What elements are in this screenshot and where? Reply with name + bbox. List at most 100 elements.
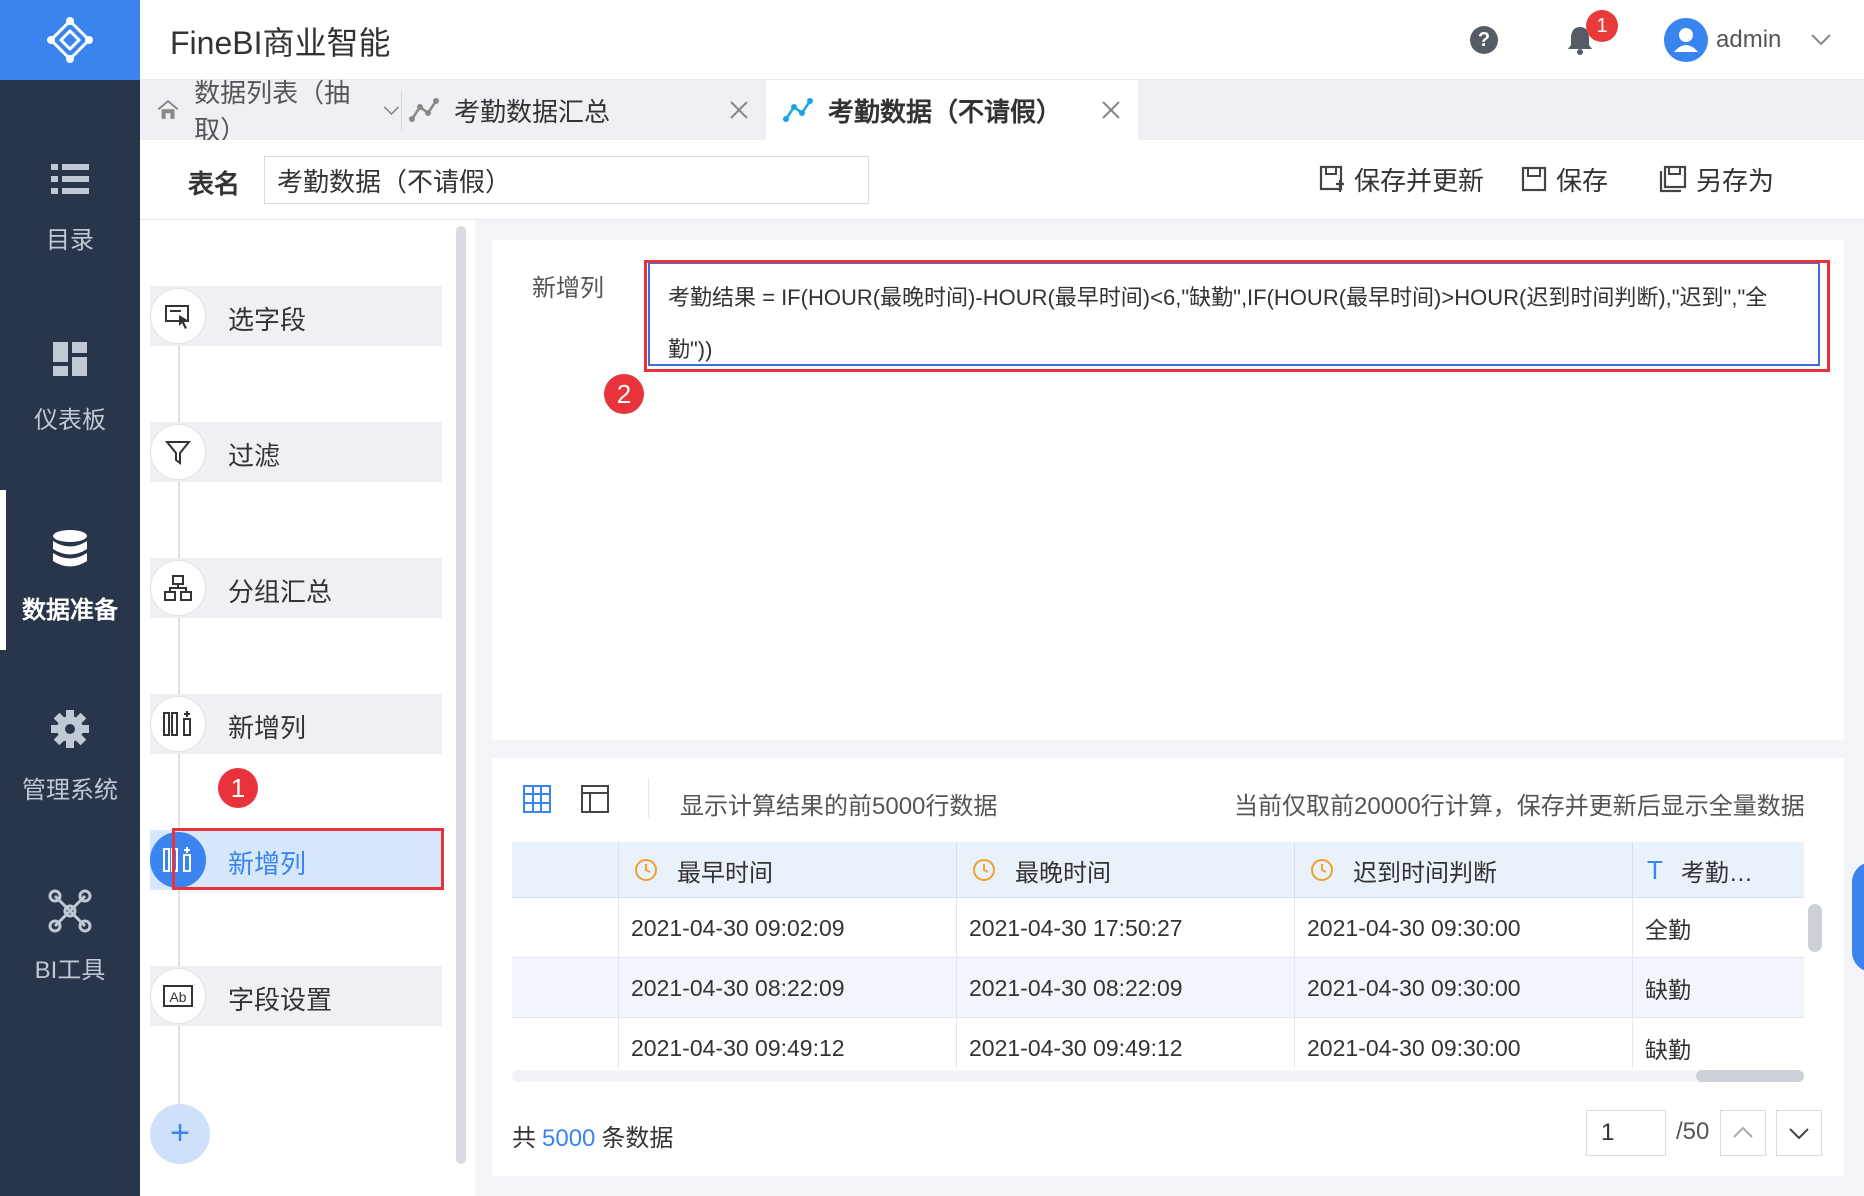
column-header-late-threshold[interactable]: 迟到时间判断 (1294, 842, 1632, 898)
table-cell: 2021-04-30 09:30:00 (1294, 958, 1632, 1018)
table-name-input[interactable] (264, 156, 869, 204)
preview-table: 最早时间 最晚时间 迟到时间判断 T 考勤… 2021-04-30 09:02:… (512, 842, 1804, 1068)
save-icon (1521, 166, 1547, 192)
save-as-label: 另存为 (1696, 165, 1775, 196)
database-icon (53, 530, 87, 567)
table-row[interactable]: 2021-04-30 09:02:09 2021-04-30 17:50:27 … (512, 898, 1804, 958)
tab-label: 数据列表（抽取） (194, 78, 351, 145)
nav-catalog[interactable]: 目录 (0, 120, 140, 280)
step-label: 分组汇总 (228, 577, 333, 607)
tab-label: 考勤数据汇总 (454, 96, 611, 127)
tab-bar: 数据列表（抽取） 考勤数据汇总 考勤数据（不请假） (140, 78, 1864, 145)
list-icon (51, 164, 89, 194)
user-name[interactable]: admin (1716, 26, 1781, 54)
row-count-suffix: 条数据 (601, 1125, 674, 1152)
dashboard-icon (53, 342, 87, 376)
table-cell: 2021-04-30 09:49:12 (956, 1018, 1294, 1068)
page-number-input[interactable]: 1 (1586, 1110, 1666, 1156)
table-cell: 缺勤 (1632, 1018, 1804, 1068)
column-header-latest[interactable]: 最晚时间 (956, 842, 1294, 898)
tools-network-icon (48, 889, 92, 933)
save-and-update-button[interactable]: 保存并更新 (1318, 162, 1484, 196)
scrollbar-thumb[interactable] (1696, 1070, 1804, 1082)
svg-text:Ab: Ab (169, 989, 186, 1005)
step-label: 过滤 (228, 441, 281, 471)
nav-admin[interactable]: 管理系统 (0, 670, 140, 830)
save-as-button[interactable]: 另存为 (1658, 162, 1774, 196)
save-update-icon (1319, 165, 1344, 192)
text-type-icon: T (1647, 854, 1663, 885)
clock-icon (1311, 859, 1333, 881)
table-view-icon[interactable] (522, 784, 552, 814)
annotation-badge-1: 1 (218, 768, 258, 808)
table-cell: 2021-04-30 09:02:09 (618, 898, 956, 958)
prev-page-button[interactable] (1720, 1110, 1766, 1156)
app-logo[interactable] (0, 0, 140, 80)
step-label: 选字段 (228, 305, 307, 335)
nav-data-prep[interactable]: 数据准备 (0, 490, 140, 650)
tab-attendance-no-leave[interactable]: 考勤数据（不请假） (766, 80, 1138, 140)
close-icon[interactable] (1100, 99, 1122, 121)
analysis-icon (409, 98, 439, 122)
chevron-down-icon[interactable] (1808, 26, 1834, 52)
column-header-earliest[interactable]: 最早时间 (618, 842, 956, 898)
clock-icon (635, 859, 657, 881)
table-header: 最早时间 最晚时间 迟到时间判断 T 考勤… (512, 842, 1804, 898)
step-filter[interactable]: 过滤 (150, 422, 442, 482)
table-name-label: 表名 (188, 169, 241, 199)
table-cell: 2021-04-30 09:49:12 (618, 1018, 956, 1068)
table-cell: 2021-04-30 17:50:27 (956, 898, 1294, 958)
close-icon[interactable] (728, 99, 750, 121)
page-total: /50 (1676, 1118, 1710, 1145)
horizontal-scrollbar[interactable] (512, 1070, 1804, 1082)
clock-icon (973, 859, 995, 881)
nav-label: 数据准备 (22, 597, 118, 624)
next-page-button[interactable] (1776, 1110, 1822, 1156)
avatar[interactable] (1664, 18, 1708, 62)
tab-attendance-summary[interactable]: 考勤数据汇总 (392, 80, 766, 140)
field-settings-icon: Ab (163, 985, 193, 1007)
highlight-box-formula (644, 260, 1830, 372)
table-cell: 缺勤 (1632, 958, 1804, 1018)
column-label: 最晚时间 (1015, 859, 1111, 887)
tab-data-list[interactable]: 数据列表（抽取） (140, 78, 402, 145)
table-toolbar: 表名 保存并更新 保存 另存为 (140, 140, 1864, 220)
add-step-button[interactable]: + (150, 1104, 210, 1164)
steps-scrollbar[interactable] (456, 226, 466, 1164)
nav-label: 目录 (46, 227, 94, 254)
save-button[interactable]: 保存 (1520, 162, 1608, 196)
add-column-icon (163, 711, 191, 736)
notification-badge: 1 (1586, 10, 1618, 42)
select-field-icon (165, 305, 189, 329)
table-row[interactable]: 2021-04-30 08:22:09 2021-04-30 08:22:09 … (512, 958, 1804, 1018)
step-field-settings[interactable]: Ab 字段设置 (150, 966, 442, 1026)
annotation-badge-2: 2 (604, 374, 644, 414)
user-icon (1674, 28, 1698, 52)
nav-dashboard[interactable]: 仪表板 (0, 300, 140, 460)
vertical-scrollbar[interactable] (1808, 904, 1822, 952)
side-panel-toggle[interactable] (1852, 862, 1864, 972)
nav-label: BI工具 (34, 957, 106, 984)
divider (648, 778, 649, 818)
layout-view-icon[interactable] (580, 784, 610, 814)
step-group-summary[interactable]: 分组汇总 (150, 558, 442, 618)
step-add-column-1[interactable]: 新增列 (150, 694, 442, 754)
step-select-fields[interactable]: 选字段 (150, 286, 442, 346)
help-icon[interactable]: ? (1470, 26, 1498, 54)
step-label: 新增列 (228, 713, 307, 743)
nav-bi-tools[interactable]: BI工具 (0, 850, 140, 1010)
column-header-attendance[interactable]: T 考勤… (1632, 842, 1804, 898)
table-cell: 2021-04-30 09:30:00 (1294, 1018, 1632, 1068)
preview-note: 当前仅取前20000行计算，保存并更新后显示全量数据 (1234, 793, 1805, 820)
preview-info: 显示计算结果的前5000行数据 (680, 793, 998, 820)
save-label: 保存 (1556, 165, 1609, 196)
column-label: 迟到时间判断 (1353, 859, 1497, 887)
table-cell: 全勤 (1632, 898, 1804, 958)
table-cell: 2021-04-30 08:22:09 (956, 958, 1294, 1018)
top-header: FineBI商业智能 ? 1 admin (140, 0, 1864, 80)
table-cell: 2021-04-30 09:30:00 (1294, 898, 1632, 958)
row-count-prefix: 共 (512, 1125, 536, 1152)
home-icon (157, 99, 179, 119)
table-row[interactable]: 2021-04-30 09:49:12 2021-04-30 09:49:12 … (512, 1018, 1804, 1068)
app-title: FineBI商业智能 (170, 25, 391, 61)
